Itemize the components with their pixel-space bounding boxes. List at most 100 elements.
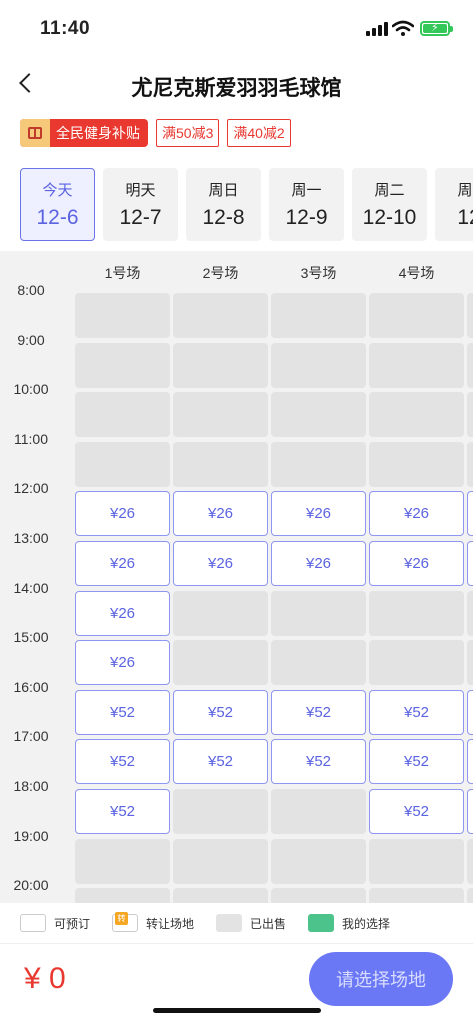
total-price: ¥ 0 xyxy=(24,962,66,995)
time-label: 15:00 xyxy=(13,629,49,646)
time-label: 14:00 xyxy=(13,579,49,596)
court-slot-sold xyxy=(271,838,366,884)
subsidy-label: 全民健身补贴 xyxy=(56,125,140,141)
date-tab-day: 明天 xyxy=(125,182,156,199)
court-slot-available[interactable]: ¥26 xyxy=(271,491,366,537)
court-slot-sold xyxy=(369,342,464,388)
date-tab[interactable]: 周二 12-10 xyxy=(352,168,427,241)
select-court-button[interactable]: 请选择场地 xyxy=(309,952,453,1006)
date-tab-date: 12-7 xyxy=(119,206,162,229)
court-slot-sold xyxy=(271,888,366,903)
date-tab[interactable]: 今天 12-6 xyxy=(20,168,95,241)
date-tab-day: 周三 xyxy=(457,182,473,199)
status-time: 11:40 xyxy=(40,18,91,39)
court-slot-available[interactable]: ¥52 xyxy=(75,689,170,735)
home-indicator xyxy=(153,1008,321,1013)
date-tab-day: 周日 xyxy=(208,182,239,199)
court-slot-available[interactable]: ¥52 xyxy=(369,739,464,785)
court-slot-sold xyxy=(75,392,170,438)
date-tab-day: 周一 xyxy=(291,182,322,199)
court-slot-sold xyxy=(173,441,268,487)
date-tab-day: 周二 xyxy=(374,182,405,199)
court-slot-sold xyxy=(75,293,170,338)
discount-tag: 满50减3 xyxy=(156,119,220,147)
legend-label: 可预订 xyxy=(54,916,91,931)
nav-header: 尤尼克斯爱羽羽毛球馆 xyxy=(0,58,473,110)
court-slot-available[interactable]: ¥26 xyxy=(369,541,464,586)
mine-swatch xyxy=(308,914,335,932)
court-slot-sold xyxy=(369,590,464,636)
court-slot-available[interactable]: ¥52 xyxy=(75,739,170,785)
court-slot-sold xyxy=(467,342,473,388)
court-slot-sold xyxy=(369,392,464,438)
court-slot-sold xyxy=(369,838,464,884)
court-slot-sold xyxy=(369,293,464,338)
time-label: 19:00 xyxy=(13,827,49,844)
court-slot-available[interactable]: ¥26 xyxy=(75,491,170,537)
legend-item-transfer: 转 转让场地 xyxy=(112,912,195,932)
court-slot-sold xyxy=(467,838,473,884)
legend-item-sold: 已出售 xyxy=(216,914,286,932)
court-slot-sold xyxy=(369,640,464,686)
court-slot-sold xyxy=(173,789,268,834)
wifi-icon xyxy=(392,20,414,36)
court-header: 4号场 xyxy=(398,265,435,281)
court-header: 1号场 xyxy=(104,265,141,281)
court-slot-sold xyxy=(467,640,473,686)
court-slot-available[interactable] xyxy=(467,541,473,586)
date-tab[interactable]: 周三 12- xyxy=(435,168,473,241)
legend-label: 已出售 xyxy=(250,916,287,931)
date-tabs: 今天 12-6 明天 12-7 周日 12-8 周一 12-9 周二 12-10 周三 12- xyxy=(20,168,473,243)
court-slot-available[interactable]: ¥52 xyxy=(271,689,366,735)
date-tab-day: 今天 xyxy=(42,182,73,199)
legend-item-mine: 我的选择 xyxy=(308,914,390,932)
court-slot-available[interactable]: ¥52 xyxy=(75,789,170,834)
court-slot-available[interactable]: ¥52 xyxy=(173,739,268,785)
court-slot-sold xyxy=(271,640,366,686)
time-label: 12:00 xyxy=(13,480,49,497)
court-slot-available[interactable]: ¥52 xyxy=(271,739,366,785)
court-slot-available[interactable] xyxy=(467,689,473,735)
date-tab-date: 12-10 xyxy=(362,206,417,229)
court-slot-available[interactable] xyxy=(467,739,473,785)
court-slot-sold xyxy=(369,888,464,903)
court-slot-sold xyxy=(173,293,268,338)
court-slot-available[interactable]: ¥26 xyxy=(75,640,170,686)
subsidy-badge[interactable]: 全民健身补贴 xyxy=(20,119,148,147)
date-tab[interactable]: 明天 12-7 xyxy=(103,168,178,241)
date-tab-date: 12-8 xyxy=(202,206,245,229)
sold-swatch xyxy=(216,914,243,932)
court-slot-available[interactable]: ¥26 xyxy=(173,491,268,537)
time-label: 8:00 xyxy=(17,282,45,298)
court-slot-available[interactable]: ¥52 xyxy=(369,689,464,735)
court-slot-available[interactable] xyxy=(467,491,473,537)
time-label: 17:00 xyxy=(13,728,49,745)
court-slot-sold xyxy=(467,392,473,438)
time-label: 11:00 xyxy=(14,430,48,447)
court-header: 2号场 xyxy=(202,265,239,281)
date-tab-date: 12-6 xyxy=(36,206,79,229)
signal-icon xyxy=(366,22,388,36)
time-label: 9:00 xyxy=(17,331,45,348)
gift-icon xyxy=(20,119,50,147)
court-slot-sold xyxy=(271,590,366,636)
court-slot-available[interactable]: ¥26 xyxy=(75,590,170,636)
court-slot-sold xyxy=(271,441,366,487)
court-slot-sold xyxy=(467,441,473,487)
court-slot-available[interactable]: ¥26 xyxy=(75,541,170,586)
legend-label: 转让场地 xyxy=(146,916,195,931)
court-slot-sold xyxy=(173,392,268,438)
time-label: 13:00 xyxy=(13,530,49,546)
date-tab[interactable]: 周日 12-8 xyxy=(186,168,261,241)
date-tab[interactable]: 周一 12-9 xyxy=(269,168,344,241)
court-slot-sold xyxy=(467,590,473,636)
court-slot-available[interactable]: ¥26 xyxy=(271,541,366,586)
time-label: 10:00 xyxy=(13,381,49,398)
court-slot-available[interactable]: ¥52 xyxy=(369,789,464,834)
court-slot-sold xyxy=(467,293,473,338)
court-slot-sold xyxy=(173,590,268,636)
court-slot-available[interactable]: ¥52 xyxy=(173,689,268,735)
court-slot-available[interactable]: ¥26 xyxy=(173,541,268,586)
court-slot-available[interactable]: ¥26 xyxy=(369,491,464,537)
court-slot-available[interactable] xyxy=(467,789,473,834)
